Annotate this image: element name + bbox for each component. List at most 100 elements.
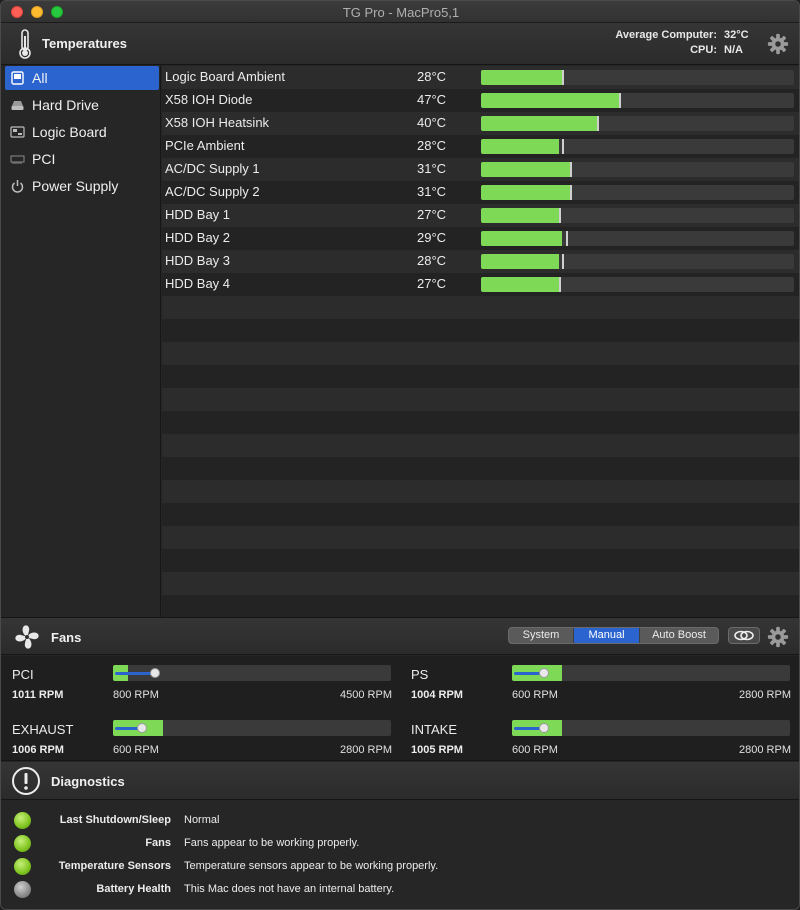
pci-card-icon — [10, 155, 25, 164]
sensor-row[interactable]: PCIe Ambient 28°C — [162, 135, 799, 158]
diagnostics-list: Last Shutdown/Sleep Normal Fans Fans appear… — [1, 801, 799, 909]
fan-slider-knob[interactable] — [539, 723, 549, 733]
sensor-list: Logic Board Ambient 28°C X58 IOH Diode 47°C… — [162, 66, 799, 617]
empty-row — [162, 549, 799, 572]
temperature-peak-marker — [562, 254, 564, 269]
power-icon — [11, 180, 24, 193]
sensor-temperature: 28°C — [417, 69, 447, 84]
sensor-temperature: 31°C — [417, 184, 447, 199]
app-window: TG Pro - MacPro5,1 Temperatures Average … — [0, 0, 800, 910]
title-bar: TG Pro - MacPro5,1 — [1, 1, 799, 23]
sensor-temperature: 40°C — [417, 115, 447, 130]
fan-mode-manual[interactable]: Manual — [574, 628, 639, 643]
fan-min-rpm: 600 RPM — [512, 744, 558, 756]
temperature-peak-marker — [570, 162, 572, 177]
sensor-temperature: 47°C — [417, 92, 447, 107]
sensor-name: HDD Bay 1 — [165, 207, 231, 222]
fan-min-rpm: 600 RPM — [113, 744, 159, 756]
sensor-temperature: 29°C — [417, 230, 447, 245]
fan-name: PCI — [12, 667, 34, 682]
fan-speed-slider[interactable] — [113, 720, 391, 736]
sensor-temperature: 27°C — [417, 207, 447, 222]
sensor-row[interactable]: X58 IOH Heatsink 40°C — [162, 112, 799, 135]
temperature-bar-fill — [481, 116, 597, 131]
fans-header: Fans System Manual Auto Boost — [1, 617, 799, 655]
sidebar-item-label: Power Supply — [32, 178, 119, 194]
warning-icon — [12, 767, 40, 795]
fan-slider-knob[interactable] — [539, 668, 549, 678]
temperature-bar-fill — [481, 70, 562, 85]
sidebar-item-label: PCI — [32, 151, 56, 167]
sidebar-item-pci[interactable]: PCI — [5, 147, 159, 171]
temperature-bar-fill — [481, 162, 570, 177]
fan-slider-knob[interactable] — [150, 668, 160, 678]
sidebar-item-logic-board[interactable]: Logic Board — [5, 120, 159, 144]
gear-icon[interactable] — [767, 626, 789, 648]
empty-row — [162, 411, 799, 434]
fan-max-rpm: 2800 RPM — [739, 689, 791, 701]
temperatures-title: Temperatures — [42, 36, 128, 51]
fan-speed-slider[interactable] — [512, 720, 790, 736]
diagnostic-label: Temperature Sensors — [58, 860, 171, 872]
temperatures-header: Temperatures Average Computer: 32°C CPU:… — [1, 23, 799, 65]
fan-current-rpm: 1004 RPM — [411, 689, 463, 701]
fan-mode-auto-boost[interactable]: Auto Boost — [639, 628, 718, 643]
category-sidebar: All Hard Drive Logic Board PCI Power Sup… — [1, 66, 161, 617]
empty-row — [162, 572, 799, 595]
sidebar-item-hard-drive[interactable]: Hard Drive — [5, 93, 159, 117]
temperature-bar — [481, 139, 794, 154]
sensor-name: PCIe Ambient — [165, 138, 245, 153]
temperature-bar — [481, 208, 794, 223]
temperature-bar-fill — [481, 254, 559, 269]
empty-row — [162, 365, 799, 388]
window-title: TG Pro - MacPro5,1 — [342, 5, 460, 20]
empty-row — [162, 296, 799, 319]
sensor-name: HDD Bay 2 — [165, 230, 231, 245]
empty-row — [162, 503, 799, 526]
diagnostic-label: Last Shutdown/Sleep — [59, 814, 171, 826]
diagnostic-label: Fans — [145, 837, 171, 849]
temperature-bar — [481, 254, 794, 269]
empty-row — [162, 342, 799, 365]
gear-icon[interactable] — [767, 33, 789, 55]
diagnostics-header: Diagnostics — [1, 762, 799, 800]
sensor-name: X58 IOH Diode — [165, 92, 253, 107]
fan-current-rpm: 1006 RPM — [12, 744, 64, 756]
sensor-row[interactable]: HDD Bay 2 29°C — [162, 227, 799, 250]
sensor-name: HDD Bay 3 — [165, 253, 231, 268]
sidebar-item-all[interactable]: All — [5, 66, 159, 90]
sensor-row[interactable]: AC/DC Supply 2 31°C — [162, 181, 799, 204]
fan-current-rpm: 1011 RPM — [12, 689, 64, 701]
fan-name: PS — [411, 667, 429, 682]
sidebar-item-power-supply[interactable]: Power Supply — [5, 174, 159, 198]
monitor-icon — [11, 71, 24, 85]
fan-mode-system[interactable]: System — [509, 628, 574, 643]
fan-speed-slider[interactable] — [512, 665, 790, 681]
link-fans-button[interactable] — [728, 627, 760, 644]
temperature-bar-fill — [481, 185, 570, 200]
sensor-row[interactable]: HDD Bay 1 27°C — [162, 204, 799, 227]
fan-target-speed-fill — [115, 672, 155, 675]
sensor-name: X58 IOH Heatsink — [165, 115, 270, 130]
diagnostic-value: Temperature sensors appear to be working… — [184, 860, 439, 872]
sensor-name: HDD Bay 4 — [165, 276, 231, 291]
fan-icon — [15, 625, 39, 649]
fan-slider-knob[interactable] — [137, 723, 147, 733]
average-computer-value: 32°C — [724, 29, 749, 41]
thermometer-icon — [19, 29, 31, 59]
sensor-row[interactable]: HDD Bay 4 27°C — [162, 273, 799, 296]
fans-title: Fans — [51, 630, 82, 645]
fan-speed-slider[interactable] — [113, 665, 391, 681]
fan-min-rpm: 800 RPM — [113, 689, 159, 701]
sensor-row[interactable]: Logic Board Ambient 28°C — [162, 66, 799, 89]
empty-row — [162, 457, 799, 480]
sensor-row[interactable]: AC/DC Supply 1 31°C — [162, 158, 799, 181]
temperature-bar — [481, 277, 794, 292]
sensor-row[interactable]: HDD Bay 3 28°C — [162, 250, 799, 273]
fan-min-rpm: 600 RPM — [512, 689, 558, 701]
cpu-label: CPU: — [690, 44, 717, 56]
sensor-temperature: 27°C — [417, 276, 447, 291]
temperature-peak-marker — [559, 277, 561, 292]
sensor-row[interactable]: X58 IOH Diode 47°C — [162, 89, 799, 112]
sensor-temperature: 28°C — [417, 253, 447, 268]
